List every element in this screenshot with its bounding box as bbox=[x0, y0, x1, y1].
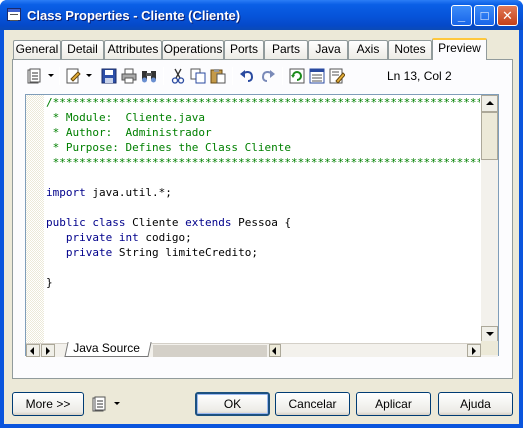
code-editor[interactable]: /***************************************… bbox=[25, 94, 499, 357]
code-line: public class Cliente extends Pessoa { bbox=[46, 216, 292, 229]
code-keyword: import bbox=[46, 186, 86, 199]
code-line: ****************************************… bbox=[52, 156, 480, 169]
scroll-corner bbox=[481, 341, 498, 355]
more-options-dropdown[interactable] bbox=[92, 392, 132, 416]
tab-detail[interactable]: Detail bbox=[61, 40, 104, 59]
code-line: import java.util.*; bbox=[46, 186, 172, 199]
chevron-down-icon bbox=[114, 402, 120, 405]
code-keyword: extends bbox=[185, 216, 232, 229]
print-icon[interactable] bbox=[121, 68, 137, 84]
refresh-icon[interactable] bbox=[289, 68, 305, 84]
toolbar-separator bbox=[232, 67, 233, 85]
code-text[interactable]: /***************************************… bbox=[46, 95, 480, 343]
code-keyword: private bbox=[65, 246, 113, 259]
horizontal-scroll-right-button[interactable] bbox=[467, 344, 481, 357]
paste-icon[interactable] bbox=[210, 68, 226, 84]
code-line: * Author: Administrador bbox=[46, 126, 212, 139]
code-line: /***************************************… bbox=[46, 96, 480, 109]
apply-button[interactable]: Aplicar bbox=[356, 392, 431, 416]
scroll-right-icon bbox=[46, 347, 50, 355]
scroll-right-icon bbox=[472, 347, 476, 355]
class-properties-icon bbox=[7, 8, 21, 21]
java-source-tab-label: Java Source bbox=[73, 341, 140, 355]
preview-panel: Ln 13, Col 2 /**************************… bbox=[12, 59, 513, 379]
tab-parts[interactable]: Parts bbox=[264, 40, 308, 59]
editor-gutter bbox=[26, 95, 44, 343]
scroll-up-icon bbox=[486, 101, 494, 105]
template-dropdown-icon[interactable] bbox=[48, 74, 54, 77]
tab-notes[interactable]: Notes bbox=[388, 40, 432, 59]
close-button[interactable]: ✕ bbox=[497, 5, 518, 26]
vertical-scrollbar[interactable] bbox=[481, 95, 498, 343]
tab-ports[interactable]: Ports bbox=[224, 40, 264, 59]
tab-split-area bbox=[153, 345, 267, 357]
code-keyword: private bbox=[65, 231, 113, 244]
code-line: } bbox=[46, 276, 53, 289]
template-icon[interactable] bbox=[27, 68, 43, 84]
tab-attributes[interactable]: Attributes bbox=[104, 40, 162, 59]
code-line: private String limiteCredito; bbox=[65, 246, 258, 259]
tab-scroll-left-button[interactable] bbox=[26, 344, 40, 357]
preview-toolbar: Ln 13, Col 2 bbox=[13, 60, 512, 92]
vertical-scroll-thumb[interactable] bbox=[481, 112, 498, 160]
undo-icon[interactable] bbox=[239, 68, 255, 84]
toolbar-separator bbox=[282, 67, 283, 85]
redo-icon[interactable] bbox=[260, 68, 276, 84]
toolbar-separator bbox=[59, 67, 60, 85]
scroll-down-icon bbox=[486, 332, 494, 336]
edit-text-icon[interactable] bbox=[329, 68, 345, 84]
dialog-window: Class Properties - Cliente (Cliente) _ □… bbox=[0, 0, 523, 428]
horizontal-scroll-left-button[interactable] bbox=[269, 344, 281, 357]
scroll-left-icon bbox=[272, 347, 276, 355]
cut-icon[interactable] bbox=[170, 68, 186, 84]
tab-general[interactable]: General bbox=[13, 40, 61, 59]
tab-java[interactable]: Java bbox=[308, 40, 348, 59]
scroll-left-icon bbox=[30, 347, 34, 355]
toolbar-separator bbox=[163, 67, 164, 85]
maximize-button[interactable]: □ bbox=[474, 5, 495, 26]
code-line: private int codigo; bbox=[65, 231, 192, 244]
edit-dropdown-icon[interactable] bbox=[86, 74, 92, 77]
cursor-position: Ln 13, Col 2 bbox=[387, 69, 452, 83]
dialog-client-area: General Detail Attributes Operations Por… bbox=[4, 30, 519, 424]
window-title: Class Properties - Cliente (Cliente) bbox=[27, 8, 241, 23]
copy-icon[interactable] bbox=[190, 68, 206, 84]
cancel-button[interactable]: Cancelar bbox=[275, 392, 350, 416]
code-keyword: int bbox=[118, 231, 139, 244]
save-icon[interactable] bbox=[101, 68, 117, 84]
code-keyword: class bbox=[92, 216, 126, 229]
code-keyword: public bbox=[46, 216, 86, 229]
template-icon bbox=[92, 396, 106, 412]
horizontal-bar: Java Source bbox=[26, 341, 498, 357]
code-line: * Purpose: Defines the Class Cliente bbox=[46, 141, 292, 154]
java-source-tab[interactable]: Java Source bbox=[64, 341, 152, 357]
scroll-up-button[interactable] bbox=[481, 95, 498, 112]
tab-preview[interactable]: Preview bbox=[432, 38, 487, 60]
title-bar[interactable]: Class Properties - Cliente (Cliente) _ □… bbox=[0, 0, 523, 30]
find-icon[interactable] bbox=[141, 68, 157, 84]
tab-operations[interactable]: Operations bbox=[162, 40, 224, 59]
edit-icon[interactable] bbox=[65, 68, 81, 84]
generate-icon[interactable] bbox=[309, 68, 325, 84]
tab-axis[interactable]: Axis bbox=[348, 40, 388, 59]
code-line: * Module: Cliente.java bbox=[46, 111, 205, 124]
minimize-button[interactable]: _ bbox=[451, 5, 472, 26]
tab-scroll-right-button[interactable] bbox=[41, 344, 55, 357]
help-button[interactable]: Ajuda bbox=[438, 392, 513, 416]
ok-button[interactable]: OK bbox=[195, 392, 270, 416]
more-button[interactable]: More >> bbox=[12, 392, 84, 416]
